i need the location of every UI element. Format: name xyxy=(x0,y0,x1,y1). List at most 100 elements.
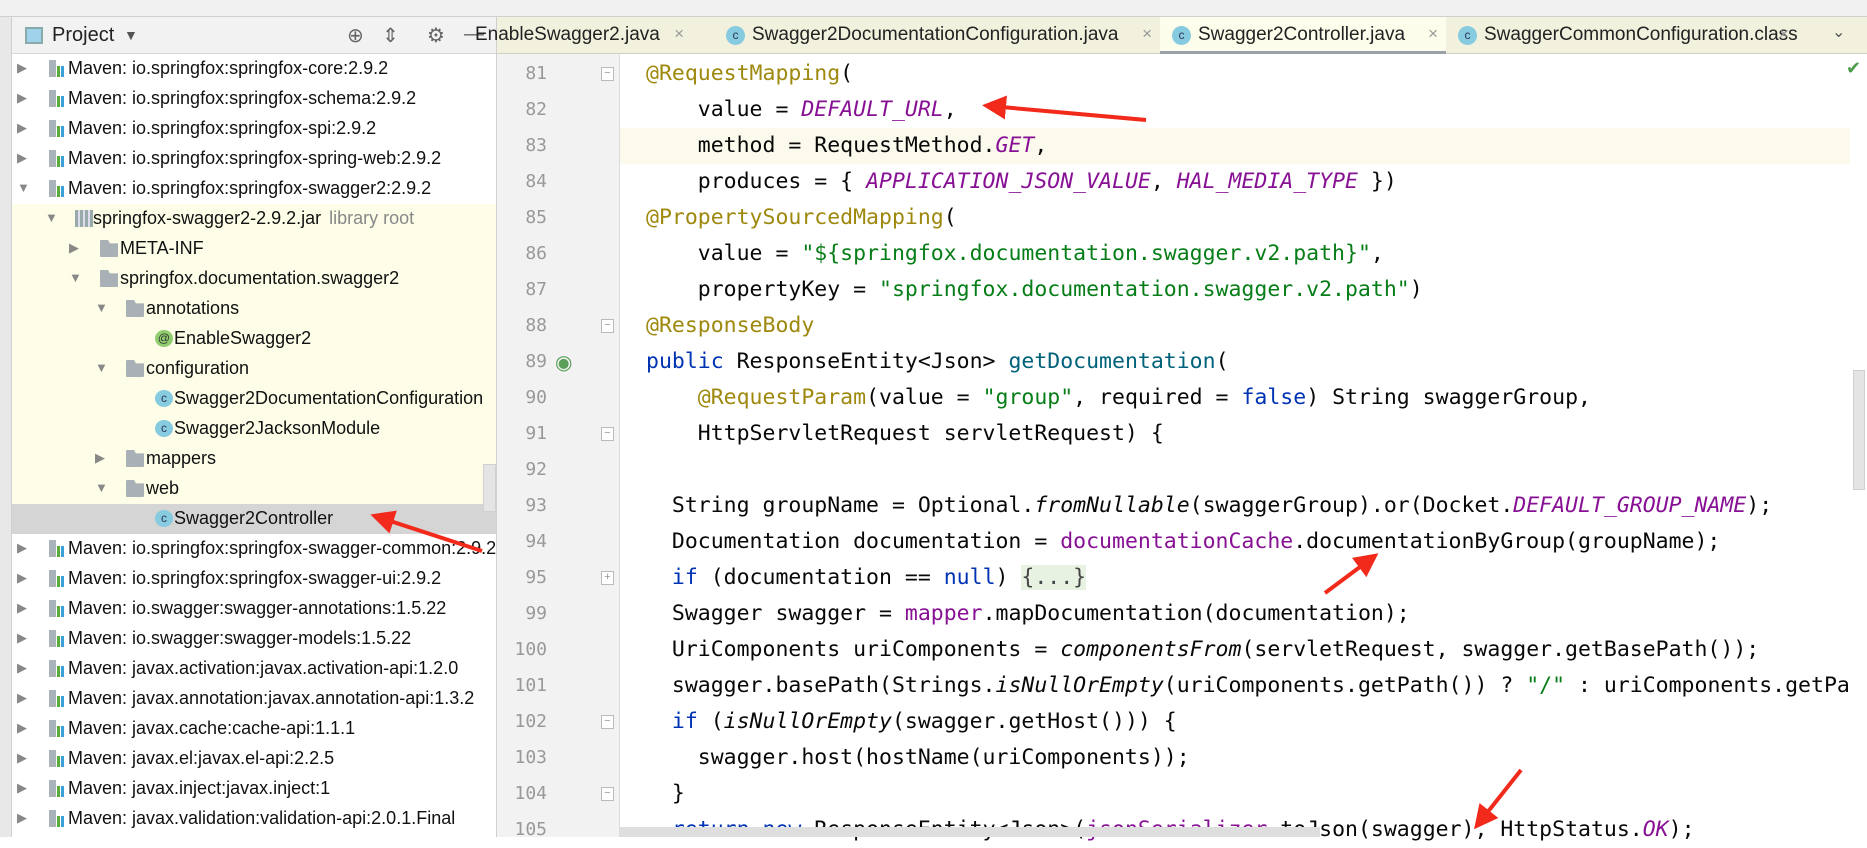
tree-item[interactable]: ▼ Maven: io.springfox:springfox-swagger2:… xyxy=(12,174,496,204)
tree-item[interactable]: ▶ Maven: io.springfox:springfox-core:2.9.… xyxy=(12,54,496,84)
code-line[interactable]: String groupName = Optional.fromNullable… xyxy=(620,488,1850,524)
code-line[interactable]: if (isNullOrEmpty(swagger.getHost())) { xyxy=(620,704,1850,740)
collapsed-arrow-icon[interactable]: ▶ xyxy=(17,90,27,106)
collapsed-arrow-icon[interactable]: ▶ xyxy=(17,150,27,166)
code-line[interactable]: value = "${springfox.documentation.swagg… xyxy=(620,236,1850,272)
code-line[interactable]: method = RequestMethod.GET, xyxy=(620,128,1850,164)
collapsed-arrow-icon[interactable]: ▶ xyxy=(17,660,27,676)
tab-enableswagger2-java[interactable]: EnableSwagger2.java × xyxy=(475,17,692,54)
collapsed-arrow-icon[interactable]: ▶ xyxy=(17,780,27,796)
code-line[interactable]: swagger.host(hostName(uriComponents)); xyxy=(620,740,1850,776)
collapsed-arrow-icon[interactable]: ▶ xyxy=(95,450,105,466)
code-line[interactable]: } xyxy=(620,776,1850,812)
tab-swaggercommonconfiguration-class[interactable]: c SwaggerCommonConfiguration.class × xyxy=(1446,17,1797,54)
project-panel-title[interactable]: Project xyxy=(52,24,114,47)
expanded-arrow-icon[interactable]: ▼ xyxy=(95,300,108,315)
code-line[interactable]: HttpServletRequest servletRequest) { xyxy=(620,416,1850,452)
expanded-arrow-icon[interactable]: ▼ xyxy=(95,480,108,495)
code-line[interactable]: Documentation documentation = documentat… xyxy=(620,524,1850,560)
collapsed-arrow-icon[interactable]: ▶ xyxy=(17,720,27,736)
project-scrollbar[interactable] xyxy=(483,464,496,512)
expand-fold-icon[interactable]: + xyxy=(601,571,614,585)
collapsed-arrow-icon[interactable]: ▶ xyxy=(17,570,27,586)
tree-item[interactable]: ▶ Maven: io.swagger:swagger-annotations:1… xyxy=(12,594,496,624)
chevron-down-icon[interactable]: ⌄ xyxy=(1832,22,1845,42)
left-tool-window-strip[interactable] xyxy=(0,17,12,837)
code-line[interactable]: @RequestParam(value = "group", required … xyxy=(620,380,1850,416)
collapsed-arrow-icon[interactable]: ▶ xyxy=(17,690,27,706)
maven-library-icon xyxy=(49,630,67,647)
collapse-fold-icon[interactable]: − xyxy=(601,67,614,81)
close-icon[interactable]: × xyxy=(1428,24,1438,44)
tree-item[interactable]: ▼ web xyxy=(12,474,496,504)
collapsed-arrow-icon[interactable]: ▶ xyxy=(17,120,27,136)
tree-item[interactable]: ▶ Maven: javax.inject:javax.inject:1 xyxy=(12,774,496,804)
close-icon[interactable]: × xyxy=(674,24,684,44)
code-line[interactable]: value = DEFAULT_URL, xyxy=(620,92,1850,128)
gear-icon[interactable]: ⚙ xyxy=(427,23,445,48)
tree-item[interactable]: ▶ Maven: javax.el:javax.el-api:2.2.5 xyxy=(12,744,496,774)
tree-item[interactable]: ▶ Maven: javax.annotation:javax.annotatio… xyxy=(12,684,496,714)
maven-library-icon xyxy=(49,720,67,737)
folded-code-block[interactable]: {...} xyxy=(1021,565,1087,590)
tree-item[interactable]: @ EnableSwagger2 xyxy=(12,324,496,354)
web-endpoint-icon[interactable]: ◉ xyxy=(555,350,572,375)
code-line[interactable]: propertyKey = "springfox.documentation.s… xyxy=(620,272,1850,308)
tree-item[interactable]: ▶ Maven: io.springfox:springfox-spi:2.9.2 xyxy=(12,114,496,144)
collapsed-arrow-icon[interactable]: ▶ xyxy=(17,600,27,616)
tab-swagger2documentationconfiguration-java[interactable]: c Swagger2DocumentationConfiguration.java… xyxy=(714,17,1160,54)
locate-icon[interactable]: ⊕ xyxy=(347,23,364,48)
collapse-all-icon[interactable]: ⇕ xyxy=(382,23,399,48)
tree-item[interactable]: ▶ mappers xyxy=(12,444,496,474)
code-token: if xyxy=(671,709,698,734)
expanded-arrow-icon[interactable]: ▼ xyxy=(95,360,108,375)
tree-item[interactable]: ▼ springfox.documentation.swagger2 xyxy=(12,264,496,294)
close-icon[interactable]: × xyxy=(1779,24,1789,44)
collapsed-arrow-icon[interactable]: ▶ xyxy=(17,540,27,556)
tree-item[interactable]: c Swagger2Controller xyxy=(12,504,496,534)
tree-item[interactable]: c Swagger2JacksonModule xyxy=(12,414,496,444)
code-line[interactable]: @PropertySourcedMapping( xyxy=(620,200,1850,236)
code-line[interactable]: @RequestMapping( xyxy=(620,56,1850,92)
code-line[interactable]: if (documentation == null) {...} xyxy=(620,560,1850,596)
code-line[interactable]: @ResponseBody xyxy=(620,308,1850,344)
editor-vertical-scrollbar[interactable] xyxy=(1853,370,1865,490)
collapsed-arrow-icon[interactable]: ▶ xyxy=(17,60,27,76)
expanded-arrow-icon[interactable]: ▼ xyxy=(45,210,58,225)
editor-horizontal-scrollbar[interactable] xyxy=(620,827,1320,837)
collapsed-arrow-icon[interactable]: ▶ xyxy=(17,750,27,766)
tree-item[interactable]: ▼ configuration xyxy=(12,354,496,384)
expanded-arrow-icon[interactable]: ▼ xyxy=(17,180,30,195)
tree-item[interactable]: ▶ Maven: javax.validation:validation-api:… xyxy=(12,804,496,834)
expanded-arrow-icon[interactable]: ▼ xyxy=(69,270,82,285)
code-line[interactable]: Swagger swagger = mapper.mapDocumentatio… xyxy=(620,596,1850,632)
collapsed-arrow-icon[interactable]: ▶ xyxy=(17,810,27,826)
collapse-fold-icon[interactable]: − xyxy=(601,787,614,801)
tree-item[interactable]: ▶ Maven: javax.cache:cache-api:1.1.1 xyxy=(12,714,496,744)
tree-item[interactable]: ▶ Maven: io.swagger:swagger-models:1.5.22 xyxy=(12,624,496,654)
collapse-fold-icon[interactable]: − xyxy=(601,427,614,441)
code-line[interactable] xyxy=(620,452,1850,488)
tree-item[interactable]: ▶ Maven: io.springfox:springfox-schema:2.… xyxy=(12,84,496,114)
collapse-fold-icon[interactable]: − xyxy=(601,715,614,729)
tree-item[interactable]: c Swagger2DocumentationConfiguration xyxy=(12,384,496,414)
code-line[interactable]: UriComponents uriComponents = components… xyxy=(620,632,1850,668)
tree-item[interactable]: ▼ springfox-swagger2-2.9.2.jar library roo… xyxy=(12,204,496,234)
tree-item[interactable]: ▼ annotations xyxy=(12,294,496,324)
tree-item[interactable]: ▶ Maven: io.springfox:springfox-swagger-u… xyxy=(12,564,496,594)
collapsed-arrow-icon[interactable]: ▶ xyxy=(17,630,27,646)
code-line[interactable]: produces = { APPLICATION_JSON_VALUE, HAL… xyxy=(620,164,1850,200)
tree-item-label: annotations xyxy=(146,298,239,319)
chevron-down-icon[interactable]: ▼ xyxy=(124,27,138,43)
tree-item[interactable]: ▶ Maven: javax.activation:javax.activatio… xyxy=(12,654,496,684)
tree-item[interactable]: ▶ META-INF xyxy=(12,234,496,264)
collapse-fold-icon[interactable]: − xyxy=(601,319,614,333)
close-icon[interactable]: × xyxy=(1142,24,1152,44)
tree-item[interactable]: ▶ Maven: io.springfox:springfox-spring-we… xyxy=(12,144,496,174)
code-line[interactable]: public ResponseEntity<Json> getDocumenta… xyxy=(620,344,1850,380)
code-line[interactable]: swagger.basePath(Strings.isNullOrEmpty(u… xyxy=(620,668,1850,704)
tab-swagger2controller-java[interactable]: c Swagger2Controller.java × xyxy=(1160,17,1446,54)
tree-item[interactable]: ▶ Maven: io.springfox:springfox-swagger-c… xyxy=(12,534,496,564)
maven-library-icon xyxy=(49,120,67,137)
collapsed-arrow-icon[interactable]: ▶ xyxy=(69,240,79,256)
